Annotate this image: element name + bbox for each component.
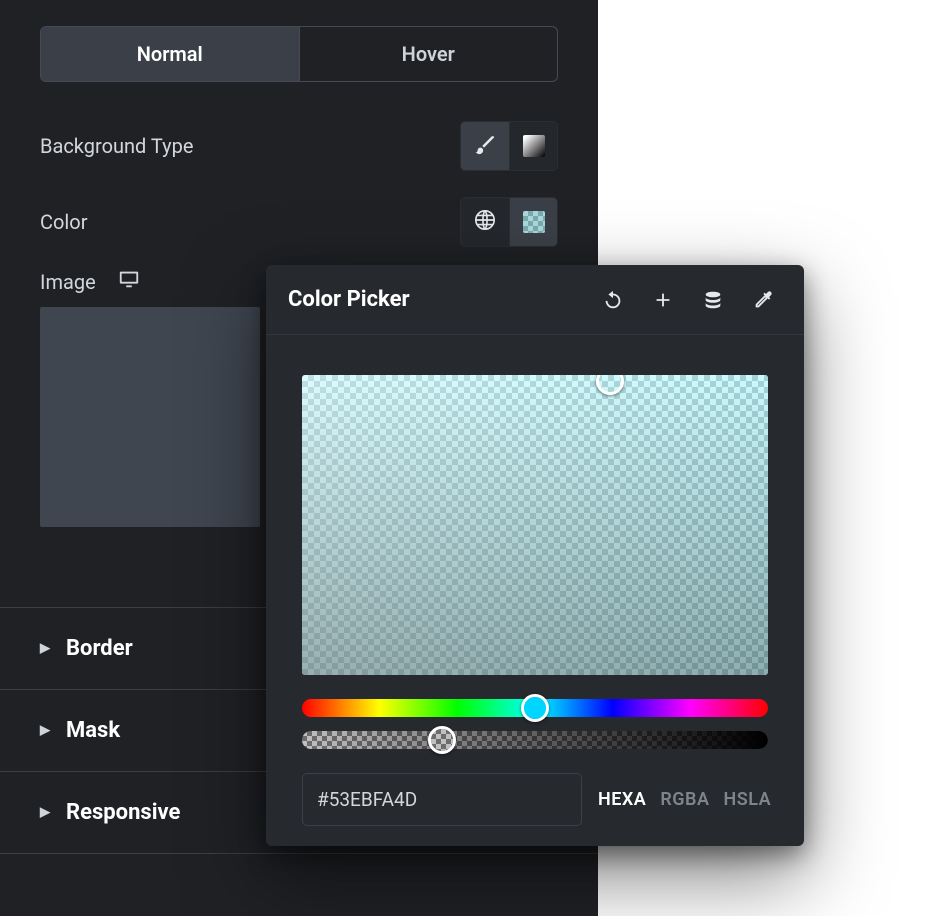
- desktop-icon[interactable]: [118, 268, 140, 295]
- color-label: Color: [40, 210, 87, 234]
- eyedropper-button[interactable]: [752, 289, 774, 311]
- mode-hexa[interactable]: HEXA: [598, 789, 646, 810]
- hue-slider[interactable]: [302, 699, 768, 717]
- caret-right-icon: ▶: [40, 641, 50, 656]
- color-options: [460, 197, 558, 247]
- color-row: Color: [40, 192, 558, 252]
- background-type-label: Background Type: [40, 134, 193, 158]
- caret-right-icon: ▶: [40, 805, 50, 820]
- image-label: Image: [40, 270, 96, 294]
- background-type-row: Background Type: [40, 116, 558, 176]
- tab-hover[interactable]: Hover: [299, 27, 558, 81]
- background-type-options: [460, 121, 558, 171]
- hue-slider-handle[interactable]: [521, 694, 549, 722]
- saturation-value-area[interactable]: [302, 375, 768, 675]
- accordion-label: Border: [66, 636, 133, 661]
- accordion-label: Mask: [66, 718, 120, 743]
- tab-normal[interactable]: Normal: [41, 27, 299, 81]
- alpha-slider[interactable]: [302, 731, 768, 749]
- mode-rgba[interactable]: RGBA: [660, 789, 709, 810]
- color-picker-title: Color Picker: [288, 287, 410, 312]
- background-type-gradient[interactable]: [509, 122, 557, 170]
- background-type-classic[interactable]: [461, 122, 509, 170]
- color-swatch-button[interactable]: [509, 198, 557, 246]
- color-mode-tabs: HEXA RGBA HSLA: [598, 789, 771, 810]
- image-preview[interactable]: [40, 307, 260, 527]
- mode-hsla[interactable]: HSLA: [723, 789, 771, 810]
- color-picker-header-actions: [602, 289, 774, 311]
- state-tabs: Normal Hover: [40, 26, 558, 82]
- caret-right-icon: ▶: [40, 723, 50, 738]
- library-button[interactable]: [702, 289, 724, 311]
- color-picker-popover: Color Picker: [266, 265, 804, 846]
- hex-input[interactable]: [302, 773, 582, 826]
- color-picker-body: HEXA RGBA HSLA: [266, 335, 804, 846]
- color-global[interactable]: [461, 198, 509, 246]
- gradient-icon: [523, 135, 545, 157]
- brush-icon: [474, 133, 496, 159]
- color-value-row: HEXA RGBA HSLA: [302, 773, 768, 826]
- add-color-button[interactable]: [652, 289, 674, 311]
- color-swatch-icon: [523, 211, 545, 233]
- accordion-label: Responsive: [66, 800, 180, 825]
- globe-icon: [474, 209, 496, 235]
- color-picker-header: Color Picker: [266, 265, 804, 335]
- reset-button[interactable]: [602, 289, 624, 311]
- alpha-gradient: [302, 731, 768, 749]
- sv-black-overlay: [302, 375, 768, 675]
- hue-handle-fill: [524, 697, 546, 719]
